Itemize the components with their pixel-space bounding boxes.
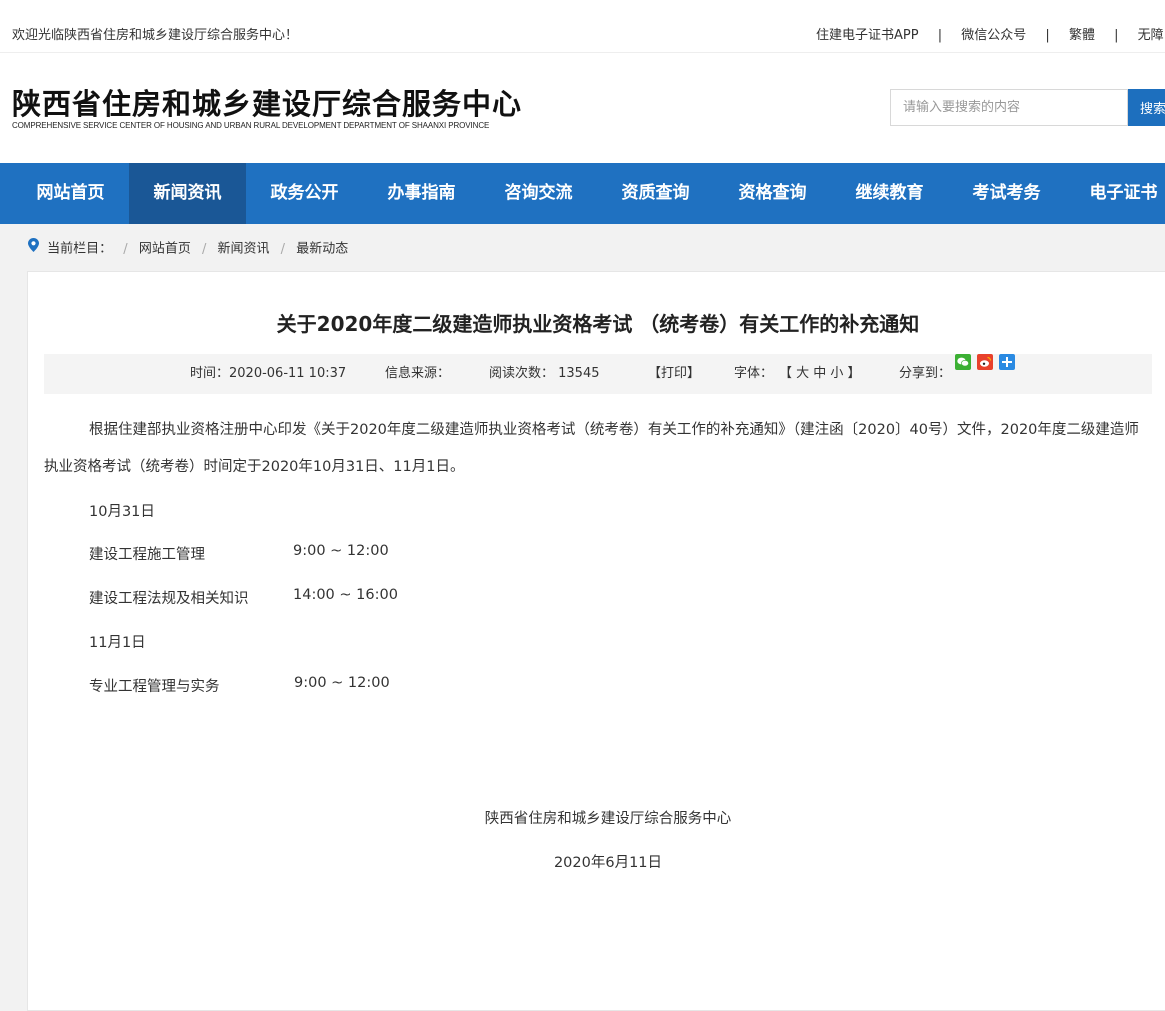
traditional-chinese-link[interactable]: 繁體	[1069, 28, 1095, 43]
breadcrumb-separator: /	[201, 241, 207, 257]
accessibility-link[interactable]: 无障	[1138, 28, 1164, 43]
nav-item-certification-query[interactable]: 资格查询	[714, 163, 831, 224]
exam-day-1: 10月31日	[89, 504, 155, 520]
divider: |	[1114, 28, 1119, 43]
location-pin-icon	[28, 232, 39, 266]
exam-time: 9:00 ~ 12:00	[293, 543, 389, 559]
article-panel: 关于2020年度二级建造师执业资格考试 （统考卷）有关工作的补充通知 时间：20…	[27, 271, 1165, 1011]
font-size-options[interactable]: 【 大 中 小 】	[779, 354, 861, 394]
wechat-account-link[interactable]: 微信公众号	[961, 28, 1026, 43]
exam-subject: 建设工程施工管理	[89, 547, 205, 563]
exam-day-2: 11月1日	[89, 635, 146, 651]
print-link[interactable]: 【打印】	[648, 354, 700, 394]
top-links: 住建电子证书APP | 微信公众号 | 繁體 | 无障	[816, 24, 1164, 43]
welcome-text: 欢迎光临陕西省住房和城乡建设厅综合服务中心！	[12, 28, 299, 43]
site-title[interactable]: 陕西省住房和城乡建设厅综合服务中心	[12, 81, 522, 123]
search-input[interactable]	[890, 89, 1128, 126]
article-meta-bar: 时间：2020-06-11 10:37 信息来源： 阅读次数： 13545 【打…	[44, 354, 1152, 394]
search-button[interactable]: 搜索	[1128, 89, 1165, 126]
publish-time: 时间：2020-06-11 10:37	[190, 366, 347, 381]
breadcrumb-news[interactable]: 新闻资讯	[218, 242, 270, 257]
read-count: 阅读次数： 13545	[489, 366, 600, 381]
nav-item-education[interactable]: 继续教育	[831, 163, 948, 224]
site-subtitle: COMPREHENSIVE SERVICE CENTER OF HOUSING …	[12, 121, 490, 130]
divider: |	[1045, 28, 1050, 43]
nav-item-consult[interactable]: 咨询交流	[480, 163, 597, 224]
article-title: 关于2020年度二级建造师执业资格考试 （统考卷）有关工作的补充通知	[276, 312, 920, 336]
site-header: 陕西省住房和城乡建设厅综合服务中心 COMPREHENSIVE SERVICE …	[0, 53, 1165, 163]
main-nav: 网站首页 新闻资讯 政务公开 办事指南 咨询交流 资质查询 资格查询 继续教育 …	[0, 163, 1165, 224]
nav-item-home[interactable]: 网站首页	[12, 163, 129, 224]
weibo-icon[interactable]	[977, 354, 993, 370]
signature-date: 2020年6月11日	[553, 855, 663, 871]
article-paragraph: 根据住建部执业资格注册中心印发《关于2020年度二级建造师执业资格考试（统考卷）…	[44, 422, 1139, 475]
breadcrumb-home[interactable]: 网站首页	[139, 242, 191, 257]
breadcrumb-separator: /	[123, 241, 128, 257]
info-source: 信息来源：	[385, 366, 451, 381]
exam-subject: 专业工程管理与实务	[89, 679, 220, 695]
nav-item-news[interactable]: 新闻资讯	[129, 163, 246, 224]
app-link[interactable]: 住建电子证书APP	[816, 28, 919, 43]
exam-time: 9:00 ~ 12:00	[294, 675, 390, 691]
signature-org: 陕西省住房和城乡建设厅综合服务中心	[484, 811, 732, 827]
nav-item-qualification-query[interactable]: 资质查询	[597, 163, 714, 224]
share-label: 分享到：	[899, 366, 952, 381]
divider: |	[937, 28, 943, 43]
breadcrumb: 当前栏目： / 网站首页 / 新闻资讯 / 最新动态	[28, 232, 348, 266]
nav-item-guide[interactable]: 办事指南	[363, 163, 480, 224]
wechat-icon[interactable]	[955, 354, 971, 370]
breadcrumb-separator: /	[280, 241, 286, 257]
font-size-label: 字体：	[734, 366, 774, 381]
exam-subject: 建设工程法规及相关知识	[89, 591, 249, 607]
nav-item-exams[interactable]: 考试考务	[948, 163, 1065, 224]
nav-item-e-certificate[interactable]: 电子证书	[1065, 163, 1165, 224]
exam-time: 14:00 ~ 16:00	[293, 587, 398, 603]
top-bar: 欢迎光临陕西省住房和城乡建设厅综合服务中心！ 住建电子证书APP | 微信公众号…	[0, 0, 1165, 53]
breadcrumb-label: 当前栏目：	[47, 241, 113, 257]
breadcrumb-latest[interactable]: 最新动态	[296, 242, 348, 257]
more-share-icon[interactable]	[999, 354, 1015, 370]
nav-item-government[interactable]: 政务公开	[246, 163, 363, 224]
